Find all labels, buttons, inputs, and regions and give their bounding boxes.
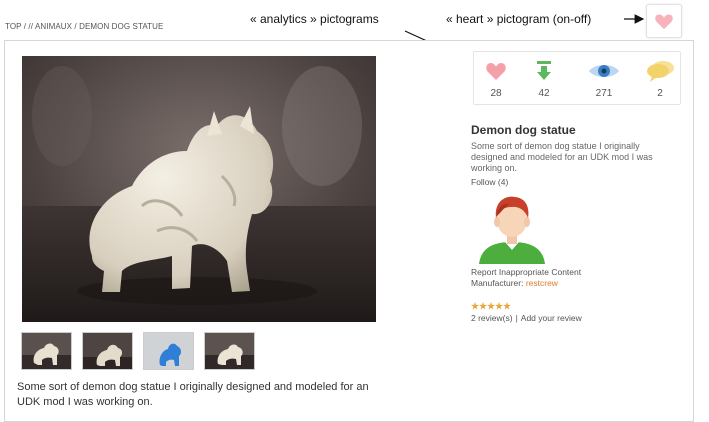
manufacturer-link[interactable]: restcrew <box>526 278 558 288</box>
star-icon <box>495 302 503 310</box>
stat-comments-value: 2 <box>657 88 663 99</box>
star-icon <box>487 302 495 310</box>
avatar[interactable] <box>475 190 549 264</box>
stat-downloads-value: 42 <box>538 88 550 99</box>
reviews-count-link[interactable]: 2 review(s) <box>471 313 513 323</box>
reviews-row: 2 review(s) | Add your review <box>471 313 582 323</box>
heart-toggle-button[interactable] <box>646 4 682 38</box>
product-panel: Some sort of demon dog statue I original… <box>4 40 694 422</box>
stat-views[interactable]: 271 <box>584 58 624 99</box>
product-title: Demon dog statue <box>471 123 576 137</box>
heart-icon <box>486 63 506 80</box>
stat-comments[interactable]: 2 <box>640 58 680 99</box>
thumbnail-2[interactable] <box>82 332 133 370</box>
reviews-separator: | <box>515 313 518 323</box>
thumbnail-4[interactable] <box>204 332 255 370</box>
add-review-link[interactable]: Add your review <box>521 313 582 323</box>
manufacturer-row: Manufacturer: restcrew <box>471 278 558 288</box>
download-icon <box>537 61 551 80</box>
rating-stars <box>471 302 511 310</box>
annotation-heart: « heart » pictogram (on-off) <box>446 12 592 26</box>
product-description: Some sort of demon dog statue I original… <box>471 141 653 173</box>
main-description: Some sort of demon dog statue I original… <box>17 381 369 408</box>
manufacturer-label: Manufacturer: <box>471 278 524 288</box>
star-icon <box>471 302 479 310</box>
heart-icon <box>655 14 673 30</box>
stat-likes[interactable]: 28 <box>476 58 516 99</box>
stat-likes-value: 28 <box>490 88 502 99</box>
star-icon <box>503 302 511 310</box>
comment-icon <box>647 61 674 82</box>
report-link[interactable]: Report Inappropriate Content <box>471 267 581 277</box>
thumbnail-3[interactable] <box>143 332 194 370</box>
stat-views-value: 271 <box>595 88 613 99</box>
annotation-analytics: « analytics » pictograms <box>250 12 379 26</box>
product-info: Demon dog statue Some sort of demon dog … <box>471 123 681 323</box>
thumbnail-1[interactable] <box>21 332 72 370</box>
breadcrumb[interactable]: TOP / // ANIMAUX / DEMON DOG STATUE <box>5 22 163 31</box>
main-product-image[interactable] <box>22 56 376 322</box>
eye-icon <box>589 65 619 77</box>
stat-downloads[interactable]: 42 <box>524 58 564 99</box>
star-icon <box>479 302 487 310</box>
analytics-pictograms: 28 42 271 2 <box>473 51 681 105</box>
thumbnail-strip <box>21 332 255 370</box>
follow-link[interactable]: Follow (4) <box>471 177 681 187</box>
